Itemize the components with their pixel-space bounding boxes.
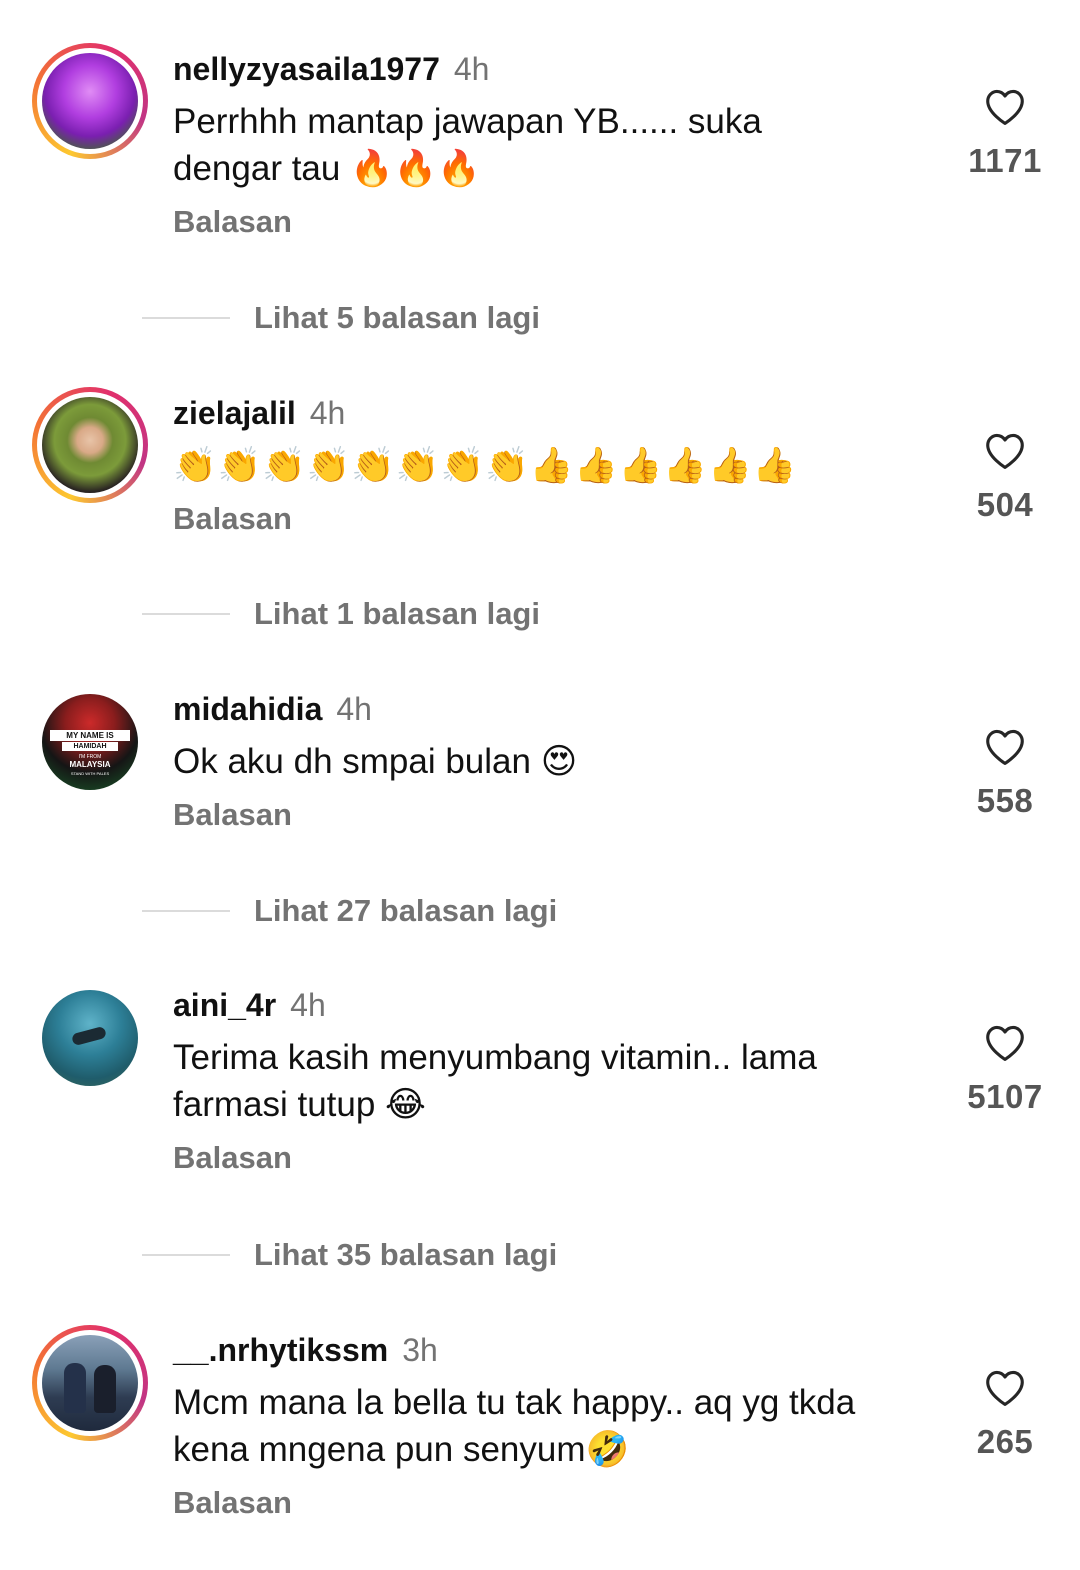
comment-time: 4h [290,987,326,1023]
like-button[interactable]: 5107 [960,1024,1050,1116]
comment-text: Perrhhh mantap jawapan YB...... suka den… [173,102,762,188]
like-button[interactable]: 558 [960,728,1050,820]
comment-time: 4h [453,51,490,87]
purple-rose-photo [42,53,138,149]
comment-username[interactable]: nellyzyasaila1977 [173,51,440,87]
scuba-diver-photo [42,990,138,1086]
comment-time: 3h [402,1332,438,1368]
like-count: 1171 [968,142,1042,179]
view-more-replies[interactable]: Lihat 5 balasan lagi [142,298,540,338]
like-count: 5107 [967,1078,1043,1115]
comment-username[interactable]: __.nrhytikssm [173,1332,388,1368]
reply-button[interactable]: Balasan [173,797,933,833]
heart-icon[interactable] [984,1024,1026,1062]
heart-icon[interactable] [984,728,1026,766]
comment-text: Mcm mana la bella tu tak happy.. aq yg t… [173,1383,856,1469]
like-count: 504 [976,486,1034,523]
avatar[interactable] [32,387,148,503]
comment-text: Terima kasih menyumbang vitamin.. lama f… [173,1038,817,1124]
comment-time: 4h [309,395,346,431]
divider-line [142,910,230,912]
comment-username[interactable]: zielajalil [173,395,296,431]
comment-username[interactable]: midahidia [173,691,322,727]
like-count: 558 [976,782,1034,819]
avatar[interactable] [32,43,148,159]
view-more-replies[interactable]: Lihat 35 balasan lagi [142,1235,557,1275]
avatar[interactable]: MY NAME IS HAMIDAH I'M FROM MALAYSIA STA… [32,684,148,800]
divider-line [142,1254,230,1256]
view-more-replies[interactable]: Lihat 27 balasan lagi [142,891,557,931]
badge-photo: MY NAME IS HAMIDAH I'M FROM MALAYSIA STA… [42,694,138,790]
like-button[interactable]: 265 [960,1369,1050,1461]
comment-username[interactable]: aini_4r [173,987,276,1023]
divider-line [142,613,230,615]
like-button[interactable]: 504 [960,432,1050,524]
reply-button[interactable]: Balasan [173,1485,933,1521]
like-button[interactable]: 1171 [960,88,1050,180]
reply-button[interactable]: Balasan [173,1140,933,1176]
heart-icon[interactable] [984,432,1026,470]
couple-photo [42,1335,138,1431]
view-more-replies[interactable]: Lihat 1 balasan lagi [142,594,540,634]
avatar[interactable] [32,980,148,1096]
woman-hijab-photo [42,397,138,493]
avatar[interactable] [32,1325,148,1441]
like-count: 265 [976,1423,1034,1460]
comment-text: Ok aku dh smpai bulan 😍 [173,742,578,781]
comment-text: 👏👏👏👏👏👏👏👏👍👍👍👍👍👍 [173,446,798,485]
reply-button[interactable]: Balasan [173,501,933,537]
divider-line [142,317,230,319]
reply-button[interactable]: Balasan [173,204,933,240]
heart-icon[interactable] [984,88,1026,126]
comment-time: 4h [336,691,372,727]
heart-icon[interactable] [984,1369,1026,1407]
